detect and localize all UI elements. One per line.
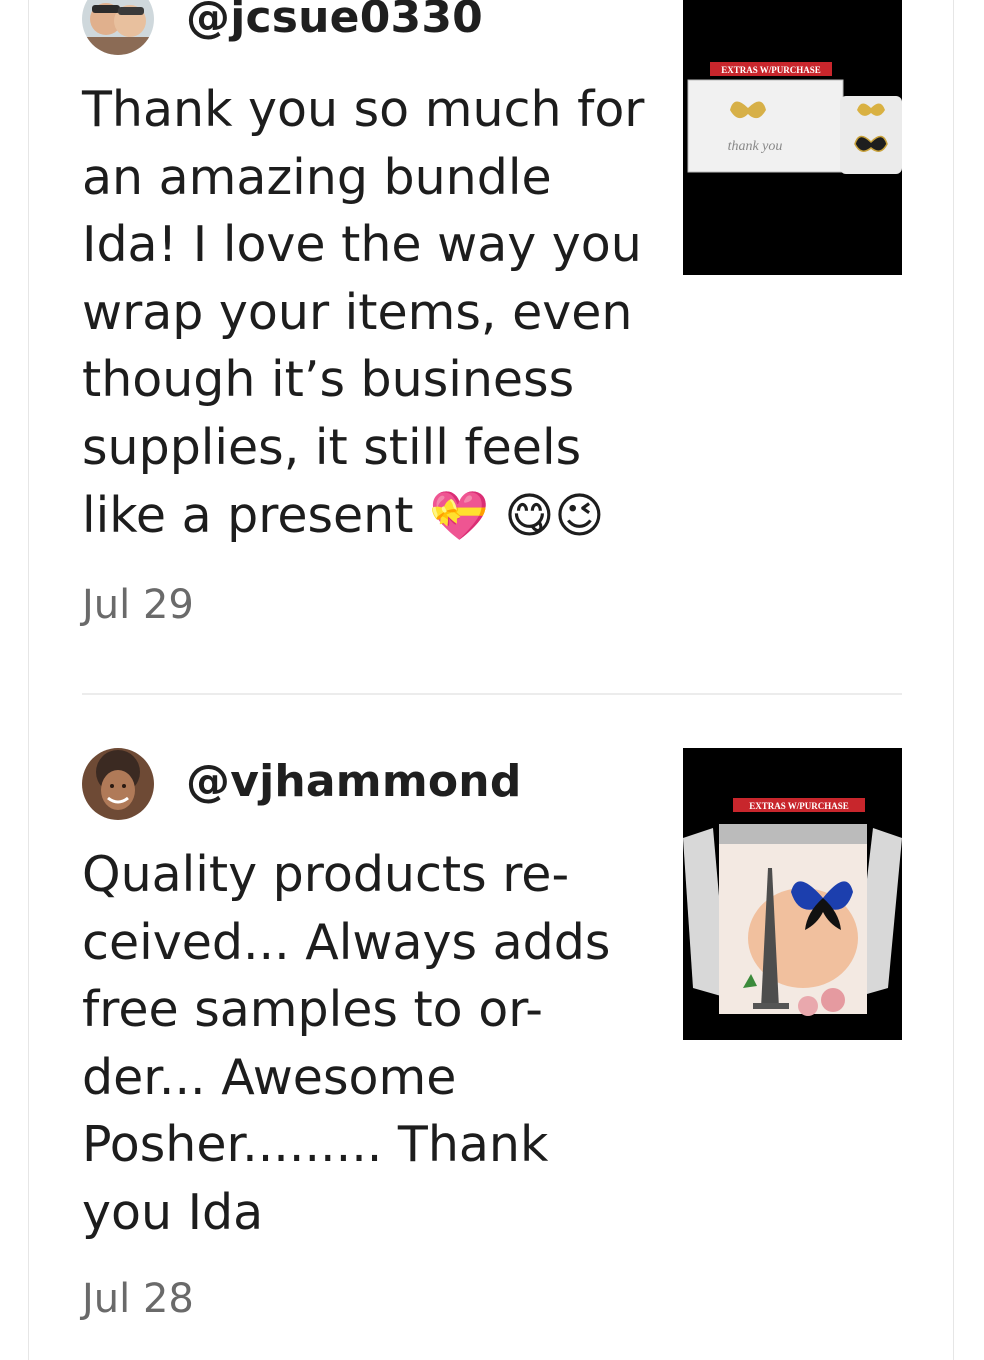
review-text-line: like a present 💝 😋😉 [82, 482, 647, 551]
review-text-line: Thank you so much for [82, 81, 645, 138]
review-text-line: supplies, it still feels [82, 418, 582, 476]
divider [82, 693, 902, 695]
review-text: Quality products re- ceived... Always ad… [82, 841, 647, 1247]
review-text-line: though it’s business [82, 351, 575, 409]
badge-text: EXTRAS W/PURCHASE [749, 801, 849, 811]
review-text-line: der... Awesome [82, 1048, 457, 1106]
review-date: Jul 28 [82, 1276, 194, 1322]
review-text-line: free samples to or- [82, 981, 543, 1039]
username[interactable]: @vjhammond [186, 756, 522, 807]
avatar[interactable] [82, 748, 154, 820]
review-text-line: wrap your items, even [82, 283, 633, 341]
review-text-line: Ida! I love the way you [82, 216, 642, 274]
product-thumbnail[interactable]: EXTRAS W/PURCHASE [683, 748, 902, 1040]
review-text-line: Quality products re- [82, 846, 570, 903]
review-text-line: Posher......... Thank [82, 1116, 549, 1174]
review-text-line: an amazing bundle [82, 148, 552, 206]
badge-text: EXTRAS W/PURCHASE [721, 65, 821, 75]
review-text: Thank you so much for an amazing bundle … [82, 76, 647, 550]
username[interactable]: @jcsue0330 [186, 0, 483, 43]
review-text-line: you Ida [82, 1183, 264, 1241]
heart-gift-emoji: 💝 [429, 487, 489, 544]
review-date: Jul 29 [82, 582, 194, 628]
product-thumbnail[interactable]: EXTRAS W/PURCHASE thank you [683, 0, 902, 275]
yum-face-emoji: 😋 [504, 487, 555, 544]
script-text: thank you [728, 139, 783, 154]
review-text-fragment: like a present [82, 486, 414, 544]
review-text-line: ceived... Always adds [82, 913, 611, 971]
wink-face-emoji: 😉 [554, 487, 605, 544]
